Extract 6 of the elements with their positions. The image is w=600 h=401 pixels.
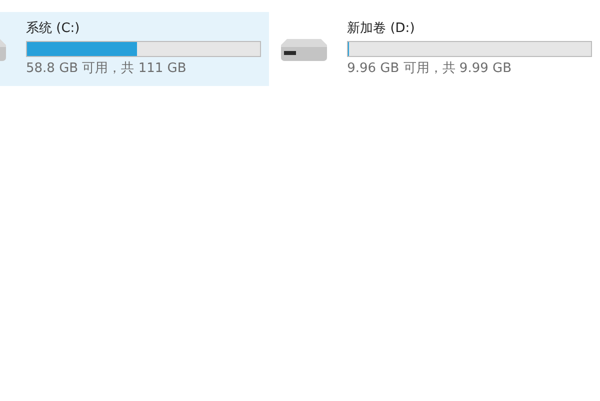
drive-tile[interactable]: 系统 (C:) 58.8 GB 可用，共 111 GB bbox=[0, 12, 270, 86]
drive-icon bbox=[281, 37, 328, 61]
free-space-text: 58.8 GB 可用，共 111 GB bbox=[26, 60, 188, 78]
free-space-text: 9.96 GB 可用，共 9.99 GB bbox=[347, 60, 512, 78]
drive-name: 新加卷 (D:) bbox=[347, 20, 416, 38]
drive-name: 系统 (C:) bbox=[26, 20, 81, 38]
